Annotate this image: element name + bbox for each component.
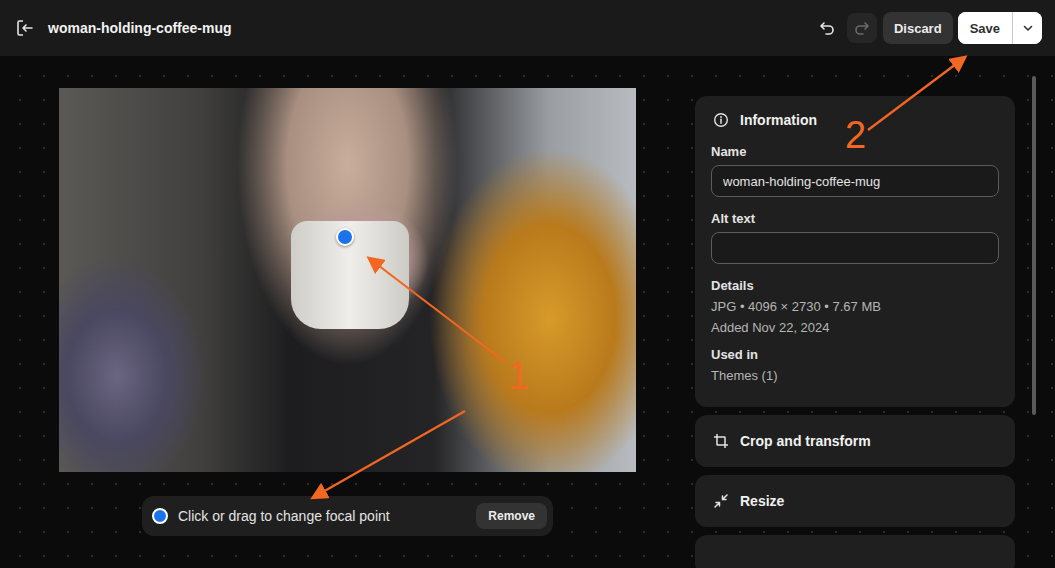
text-field[interactable]: [711, 165, 999, 197]
used-in-value: Themes (1): [711, 368, 999, 383]
discard-button[interactable]: Discard: [883, 12, 953, 44]
field-label: Alt text: [711, 211, 999, 226]
text-field[interactable]: [711, 232, 999, 264]
section-card[interactable]: Resize: [695, 475, 1015, 527]
field-label: Name: [711, 144, 999, 159]
arrow-to-save: [868, 58, 964, 130]
chevron-down-icon: [1022, 22, 1034, 34]
image-editor: woman-holding-coffee-mug Discard Save Cl…: [0, 0, 1055, 568]
details-label: Details: [711, 278, 999, 293]
arrow-to-toolbar: [314, 411, 465, 497]
annotation-arrows: [0, 0, 1055, 568]
image-preview[interactable]: [59, 88, 636, 472]
annotation-label: 1: [508, 357, 529, 395]
top-bar: woman-holding-coffee-mug Discard Save: [0, 0, 1055, 56]
focal-dot-icon: [152, 508, 168, 524]
redo-icon: [854, 20, 870, 36]
save-options-button[interactable]: [1012, 12, 1042, 44]
remove-button[interactable]: Remove: [476, 503, 547, 529]
focal-point-toolbar: Click or drag to change focal point Remo…: [142, 496, 553, 536]
detail-line: Added Nov 22, 2024: [711, 320, 999, 335]
detail-line: JPG • 4096 × 2730 • 7.67 MB: [711, 299, 999, 314]
section-card[interactable]: Crop and transform: [695, 415, 1015, 467]
file-title: woman-holding-coffee-mug: [48, 20, 232, 36]
scrollbar[interactable]: [1032, 76, 1036, 415]
focal-point-marker[interactable]: [336, 228, 354, 246]
used-in-label: Used in: [711, 347, 999, 362]
preview-column: Click or drag to change focal point Remo…: [59, 56, 636, 536]
undo-button[interactable]: [813, 13, 841, 43]
undo-icon: [819, 20, 835, 36]
focal-hint: Click or drag to change focal point: [178, 508, 466, 524]
crop-icon: [713, 433, 729, 449]
exit-icon: [16, 19, 34, 37]
side-panel: Information Name Alt text Details JPG • …: [695, 56, 1015, 568]
information-card: Information Name Alt text Details JPG • …: [695, 96, 1015, 407]
exit-button[interactable]: [14, 14, 36, 42]
annotation-label: 2: [845, 116, 866, 154]
resize-icon: [713, 493, 729, 509]
redo-button[interactable]: [847, 13, 877, 43]
save-button-group: Save: [958, 12, 1042, 44]
save-button[interactable]: Save: [958, 12, 1012, 44]
editor-canvas: Click or drag to change focal point Remo…: [0, 56, 1055, 568]
arrow-to-focal-point: [370, 259, 505, 362]
info-icon: [713, 112, 729, 128]
section-card[interactable]: [695, 535, 1015, 568]
information-header: Information: [711, 112, 999, 128]
